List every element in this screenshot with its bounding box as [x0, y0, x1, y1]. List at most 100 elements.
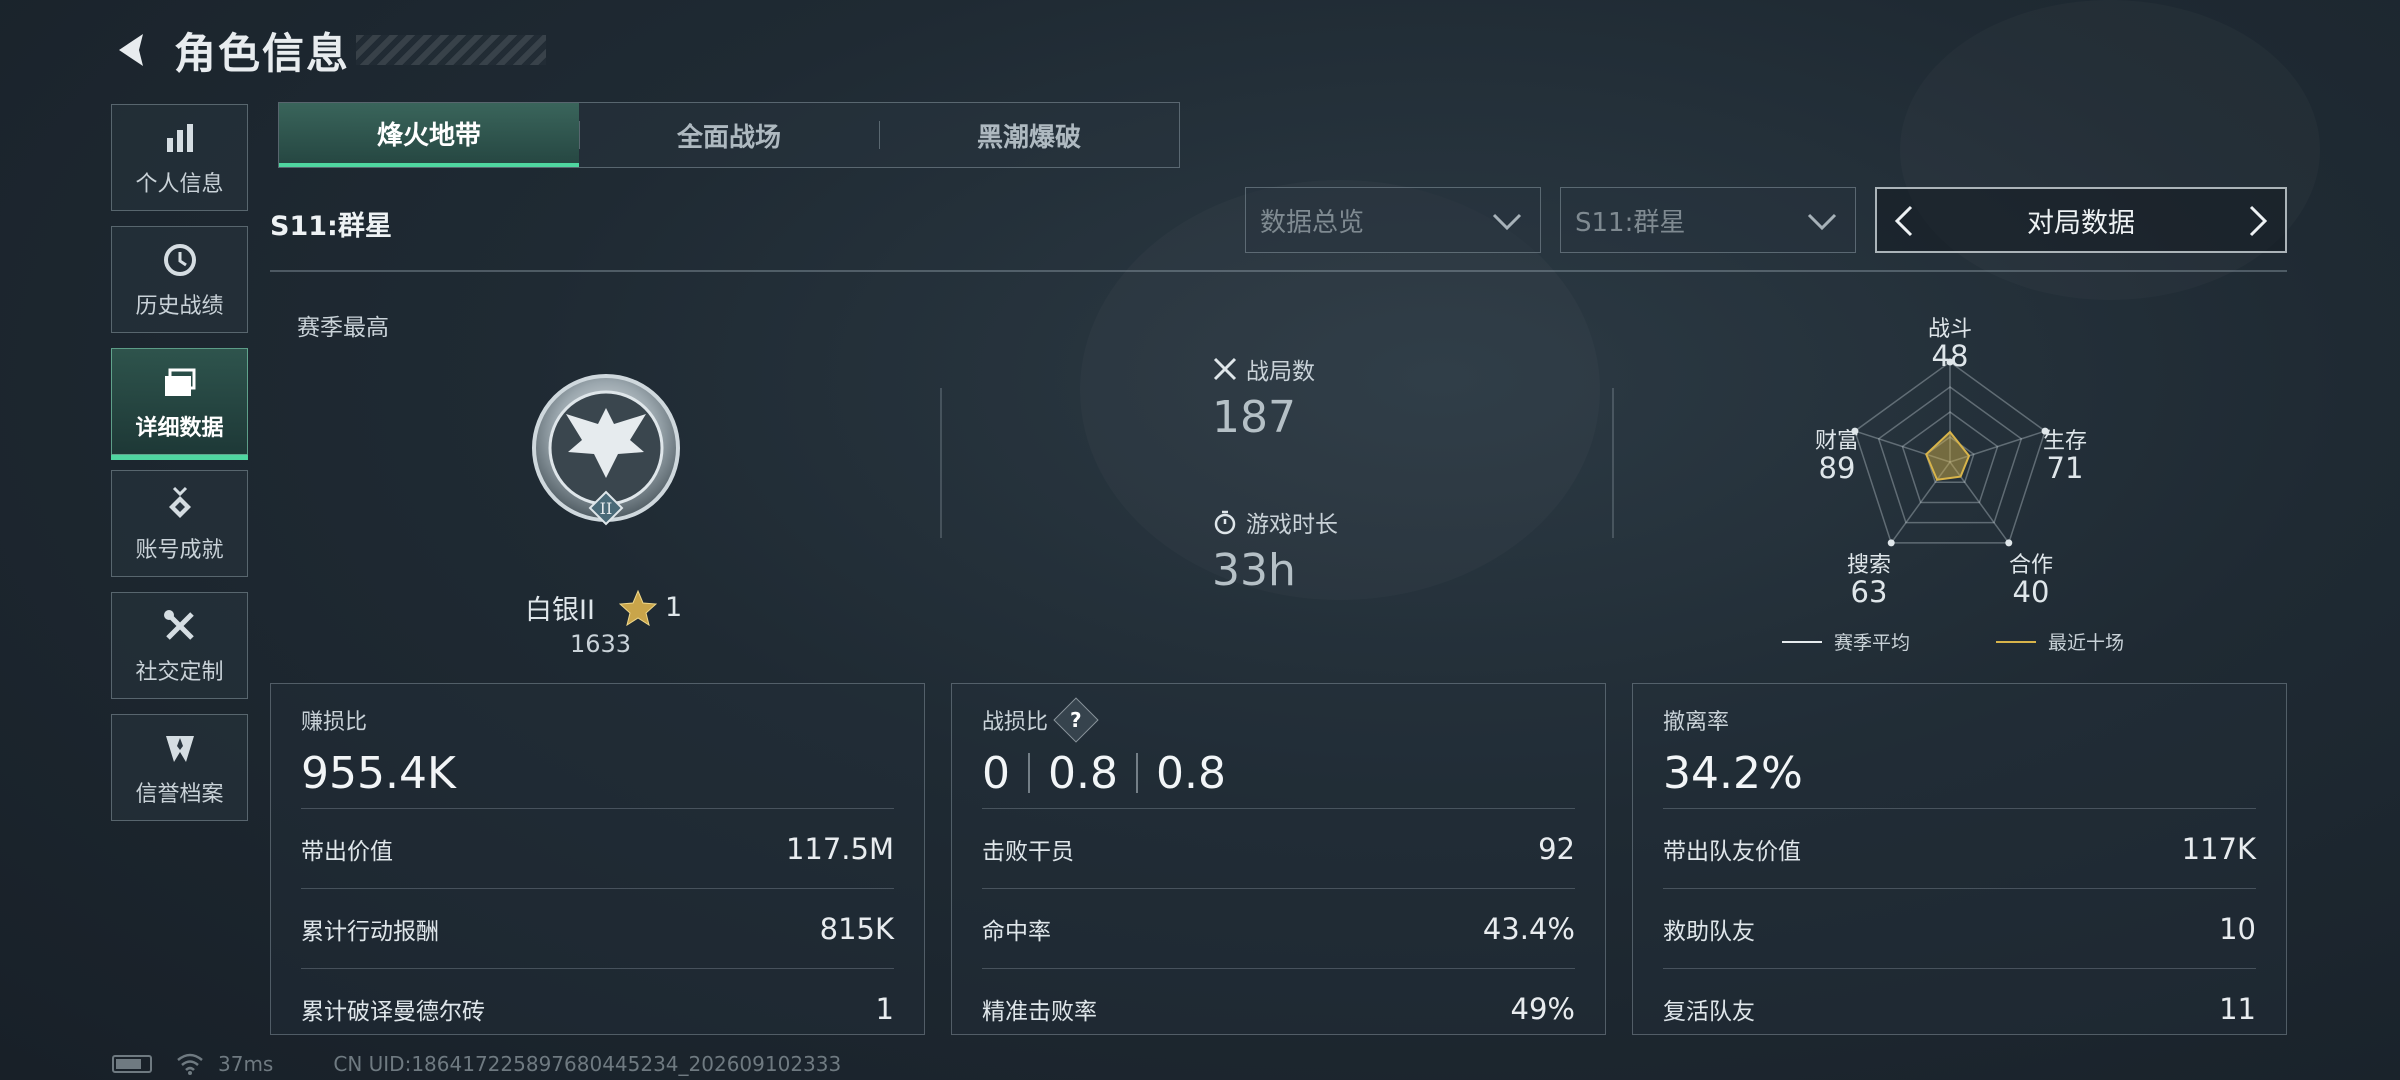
sidebar-item-label: 社交定制: [135, 659, 224, 685]
row-value: 117.5M: [785, 831, 894, 866]
vertical-divider: [1612, 388, 1614, 538]
tab-full-battlefield[interactable]: 全面战场: [579, 103, 879, 167]
chevron-left-icon[interactable]: [1887, 203, 1921, 239]
row-value: 43.4%: [1482, 911, 1575, 946]
card-row: 带出队友价值 117K: [1663, 808, 2256, 888]
help-button[interactable]: ?: [1053, 697, 1099, 743]
title-decoration: [356, 35, 547, 65]
status-footer: 37ms CN UID:186417225897680445234_202609…: [112, 1052, 841, 1076]
page-title: 角色信息: [174, 28, 351, 78]
kd-value: 0.8: [1155, 747, 1226, 799]
radar-label-search: 搜索 63: [1836, 554, 1902, 608]
top-bar: 角色信息: [110, 22, 547, 78]
row-value: 10: [2219, 911, 2256, 946]
card-value: 955.4K: [301, 747, 456, 799]
rank-stars: 1: [664, 592, 683, 623]
back-arrow-icon: [119, 34, 143, 66]
radar-axis-value: 63: [1850, 575, 1888, 610]
card-row: 累计破译曼德尔砖 1: [301, 968, 894, 1048]
radar-label-survival: 生存 71: [2032, 430, 2098, 484]
season-best-label: 赛季最高: [297, 315, 389, 341]
kd-value: 0.8: [1048, 747, 1118, 799]
sidebar-item-personal-info[interactable]: 个人信息: [111, 104, 248, 211]
value-separator: [1135, 753, 1138, 793]
matches-value: 187: [1212, 392, 1296, 443]
folder-icon: [164, 368, 195, 396]
card-title-text: 战损比: [982, 710, 1049, 735]
sidebar-item-social[interactable]: 社交定制: [111, 592, 248, 699]
kd-card: 战损比 ? 0 0.8 0.8 击败干员 92 命中率 43.4% 精准击败率 49%: [951, 683, 1606, 1035]
row-label: 击败干员: [982, 838, 1074, 865]
sidebar-item-label: 信誉档案: [135, 781, 224, 807]
card-value: 0 0.8 0.8: [982, 738, 1575, 808]
card-title: 撤离率: [1663, 710, 1730, 735]
radar-axis-dot: [1887, 539, 1895, 547]
radar-label-combat: 战斗 48: [1920, 318, 1980, 372]
chevron-down-icon: [1492, 213, 1522, 231]
overview-dropdown[interactable]: 数据总览: [1245, 187, 1541, 253]
card-row: 带出价值 117.5M: [301, 808, 894, 888]
rank-score: 1633: [570, 630, 632, 658]
card-row: 精准击败率 49%: [982, 968, 1575, 1048]
row-label: 累计破译曼德尔砖: [301, 998, 485, 1025]
sidebar-item-detailed-data[interactable]: 详细数据: [111, 348, 248, 460]
row-label: 累计行动报酬: [301, 918, 439, 945]
user-uid: CN UID:186417225897680445234_20260910233…: [333, 1052, 842, 1076]
tab-black-tide[interactable]: 黑潮爆破: [879, 103, 1179, 167]
shield-emblem-icon: [165, 735, 194, 762]
season-dropdown-value: S11:群星: [1575, 207, 1686, 238]
radar-axis-dot: [2005, 539, 2013, 547]
stopwatch-icon: [1214, 510, 1236, 535]
data-type-switcher: 对局数据: [1875, 187, 2287, 253]
sidebar-item-reputation[interactable]: 信誉档案: [111, 714, 248, 821]
card-row: 累计行动报酬 815K: [301, 888, 894, 968]
playtime-value: 33h: [1212, 545, 1296, 596]
season-label: S11:群星: [270, 211, 392, 242]
legend-label: 赛季平均: [1834, 632, 1911, 654]
sidebar-item-label: 历史战绩: [135, 293, 224, 319]
rank-tier-line: 白银II 1: [525, 588, 682, 627]
chevron-right-icon[interactable]: [2241, 203, 2275, 239]
wifi-icon: [177, 1053, 203, 1075]
data-type-label: 对局数据: [2027, 207, 2135, 239]
help-icon: ?: [1070, 707, 1082, 732]
sidebar-item-history[interactable]: 历史战绩: [111, 226, 248, 333]
row-value: 92: [1538, 831, 1575, 866]
row-label: 复活队友: [1663, 998, 1755, 1025]
star-icon: [618, 589, 657, 626]
crossed-swords-icon: [1213, 357, 1237, 381]
sidebar-item-label: 个人信息: [135, 171, 224, 197]
legend-label: 最近十场: [2048, 632, 2125, 654]
sidebar-item-achievements[interactable]: 账号成就: [111, 470, 248, 577]
row-value: 815K: [819, 911, 894, 946]
value-separator: [1028, 753, 1030, 793]
kd-value: 0: [982, 747, 1010, 799]
playtime-label: 游戏时长: [1246, 512, 1338, 538]
tools-icon: [163, 609, 194, 640]
row-label: 救助队友: [1663, 918, 1755, 945]
row-label: 命中率: [982, 918, 1051, 945]
radar-label-teamwork: 合作 40: [1998, 554, 2064, 608]
background-decoration: [1900, 0, 2320, 300]
radar-axis-value: 48: [1931, 339, 1969, 374]
radar-legend-recent: 最近十场: [1996, 628, 2124, 655]
overview-dropdown-value: 数据总览: [1260, 207, 1365, 238]
tab-warfare-zone[interactable]: 烽火地带: [279, 103, 579, 167]
row-label: 精准击败率: [982, 998, 1097, 1025]
row-value: 11: [2219, 991, 2256, 1026]
legend-swatch: [1996, 640, 2036, 643]
rank-emblem-icon: II: [532, 374, 680, 526]
row-value: 1: [875, 991, 894, 1026]
season-dropdown[interactable]: S11:群星: [1560, 187, 1856, 253]
rank-tier: 白银II: [525, 595, 595, 626]
row-label: 带出价值: [301, 838, 393, 865]
matches-stat: 战局数 187: [1212, 352, 1315, 443]
back-button[interactable]: [110, 27, 156, 73]
radar-axis-value: 71: [2046, 451, 2084, 486]
extraction-card: 撤离率 34.2% 带出队友价值 117K 救助队友 10 复活队友 11: [1632, 683, 2287, 1035]
battery-icon: [112, 1055, 152, 1073]
vertical-divider: [940, 388, 942, 538]
card-value: 34.2%: [1663, 747, 1803, 799]
radar-label-wealth: 财富 89: [1804, 430, 1870, 484]
sidebar: 个人信息 历史战绩 详细数据 账号成就 社交定制 信誉档案: [111, 104, 248, 836]
